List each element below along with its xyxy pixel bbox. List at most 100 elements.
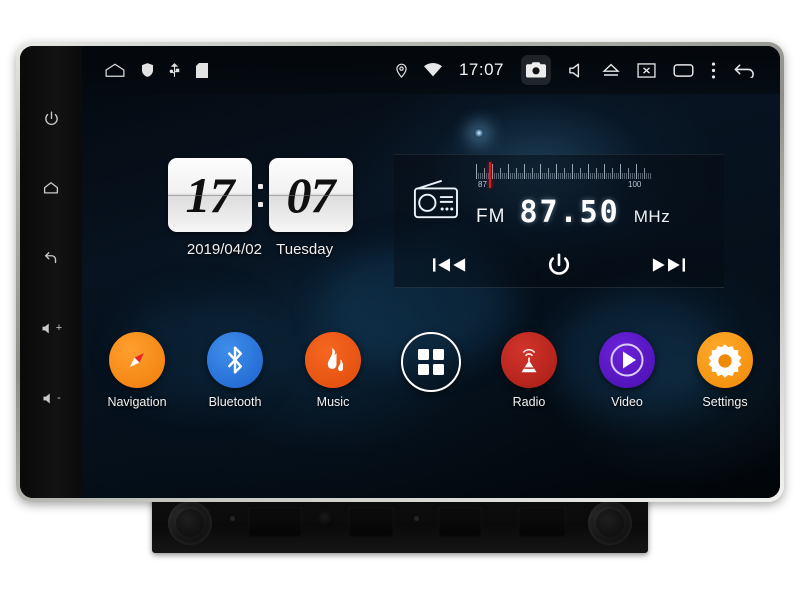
app-music[interactable]: Music (297, 332, 369, 409)
next-station-button[interactable] (651, 256, 685, 274)
clock-date: 2019/04/02 (186, 241, 262, 258)
app-settings-icon-bg[interactable] (697, 332, 753, 388)
frequency-needle (489, 162, 491, 188)
radio-widget[interactable]: 87 100 FM 87.50 MHz (394, 154, 724, 288)
app-settings-label: Settings (702, 395, 748, 409)
compass-icon (130, 353, 144, 367)
clock-weekday: Tuesday (276, 241, 334, 258)
wallpaper-star-glow (474, 128, 484, 138)
back-arrow-icon[interactable] (733, 62, 756, 78)
app-drawer-icon-bg[interactable] (401, 332, 461, 392)
clock-widget[interactable]: 17 07 2019/04/02 Tuesday (160, 158, 360, 258)
app-dock: Navigation Bluetooth Music Radio Video Settin… (82, 332, 780, 409)
back-arrow-icon (44, 252, 57, 264)
gear-icon (708, 344, 742, 378)
volume-mute-icon[interactable] (568, 63, 585, 78)
radio-widget-top: 87 100 FM 87.50 MHz (394, 155, 724, 243)
scale-low-label: 87 (478, 180, 487, 189)
chassis-port (248, 507, 302, 537)
previous-station-button[interactable] (433, 256, 467, 274)
app-settings[interactable]: Settings (689, 332, 761, 409)
usb-icon[interactable] (169, 62, 180, 78)
apps-grid-icon (418, 349, 444, 375)
hardware-key-column: + - (20, 46, 82, 498)
shield-icon[interactable] (142, 63, 153, 77)
radio-controls (394, 243, 724, 287)
chassis-pin (230, 516, 235, 521)
screen-off-icon[interactable] (637, 62, 656, 78)
home-icon (43, 182, 59, 194)
radio-icon-wrap (394, 155, 476, 243)
status-bar: 17:07 (82, 46, 780, 94)
volume-up-icon (42, 323, 49, 333)
device-bezel: + - 17:07 17 07 2019/04/02 Tuesday 87 10… (16, 42, 784, 502)
power-icon (44, 110, 58, 125)
radio-widget-right: 87 100 FM 87.50 MHz (476, 155, 724, 243)
app-navigation[interactable]: Navigation (101, 332, 173, 409)
clock-hours-card: 17 (167, 158, 252, 232)
home-icon[interactable] (104, 62, 126, 78)
frequency-row: FM 87.50 MHz (476, 195, 714, 230)
recents-icon[interactable] (673, 63, 694, 77)
clock-minutes: 07 (286, 167, 336, 223)
app-drawer[interactable] (395, 332, 467, 409)
music-note-icon (327, 347, 343, 372)
app-music-icon-bg[interactable] (305, 332, 361, 388)
volume-down-key[interactable]: - (31, 378, 71, 418)
chassis-pin (414, 516, 419, 521)
camera-icon[interactable] (521, 55, 551, 85)
skip-previous-icon (433, 258, 466, 272)
bezel-inner: + - 17:07 17 07 2019/04/02 Tuesday 87 10… (20, 46, 780, 498)
radio-frequency: 87.50 (519, 195, 620, 230)
location-pin-icon (396, 63, 407, 78)
knob-left[interactable] (168, 501, 212, 545)
radio-tower-icon (521, 348, 537, 373)
chassis-port (518, 507, 566, 537)
clock-hours: 17 (185, 167, 235, 223)
frequency-ticks (476, 163, 714, 179)
app-bluetooth[interactable]: Bluetooth (199, 332, 271, 409)
bluetooth-icon (227, 346, 243, 374)
back-key[interactable] (31, 238, 71, 278)
volume-down-label: - (57, 392, 61, 404)
rear-chassis (152, 493, 648, 553)
wifi-icon (423, 63, 442, 77)
eject-icon[interactable] (602, 63, 620, 77)
play-circle-icon (610, 343, 644, 377)
power-icon (548, 253, 570, 275)
chassis-center-hole (318, 511, 334, 527)
radio-unit: MHz (633, 207, 671, 226)
status-bar-left (82, 62, 208, 78)
clock-minutes-card: 07 (268, 158, 353, 232)
app-radio[interactable]: Radio (493, 332, 565, 409)
app-radio-label: Radio (512, 395, 546, 409)
app-video-label: Video (611, 395, 643, 409)
chassis-port (438, 507, 482, 537)
power-key[interactable] (31, 98, 71, 138)
screenshot-stage: + - 17:07 17 07 2019/04/02 Tuesday 87 10… (0, 0, 800, 600)
app-bluetooth-icon-bg[interactable] (207, 332, 263, 388)
clock-colon (257, 183, 263, 207)
frequency-scale[interactable]: 87 100 (476, 162, 714, 193)
radio-power-button[interactable] (546, 252, 572, 278)
overflow-menu-icon[interactable] (711, 61, 716, 79)
radio-icon (413, 179, 458, 219)
app-video-icon-bg[interactable] (599, 332, 655, 388)
app-navigation-label: Navigation (107, 395, 167, 409)
app-radio-icon-bg[interactable] (501, 332, 557, 388)
app-bluetooth-label: Bluetooth (208, 395, 262, 409)
knob-right[interactable] (588, 501, 632, 545)
touch-screen[interactable]: 17:07 17 07 2019/04/02 Tuesday 87 100 FM… (82, 46, 780, 498)
app-video[interactable]: Video (591, 332, 663, 409)
home-key[interactable] (31, 168, 71, 208)
app-navigation-icon-bg[interactable] (109, 332, 165, 388)
flip-clock: 17 07 (160, 158, 360, 232)
volume-down-icon (43, 393, 50, 403)
sd-card-icon[interactable] (196, 62, 208, 78)
status-bar-right: 17:07 (396, 55, 780, 85)
app-music-label: Music (316, 395, 350, 409)
volume-up-key[interactable]: + (31, 308, 71, 348)
skip-next-icon (652, 258, 685, 272)
clock-date-row: 2019/04/02 Tuesday (160, 241, 360, 258)
status-bar-clock: 17:07 (458, 60, 504, 79)
